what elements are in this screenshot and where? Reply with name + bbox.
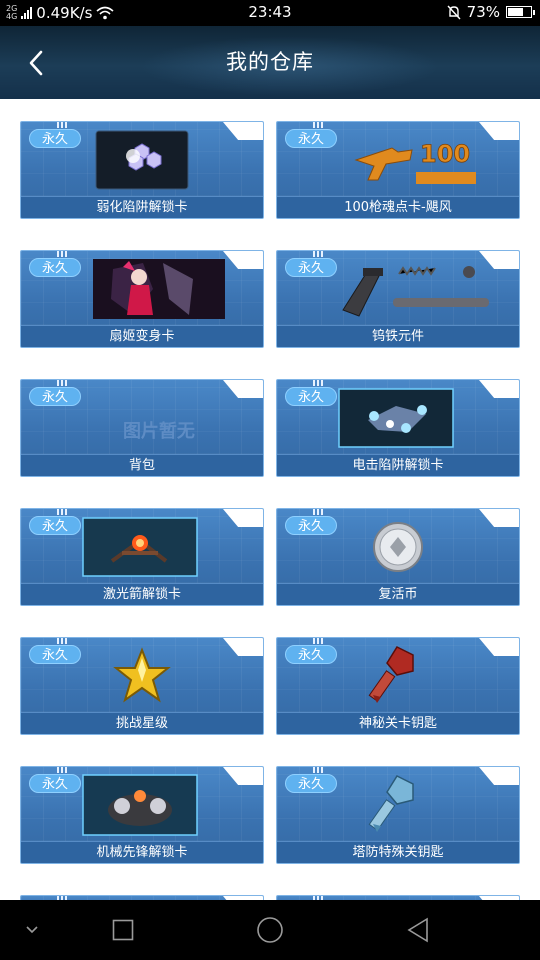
- permanent-badge: 永久: [29, 774, 82, 793]
- no-image: 图片暂无: [123, 400, 195, 460]
- laser-arrow-image: [81, 517, 198, 577]
- no-image-text: 图片暂无: [122, 421, 195, 442]
- inventory-item[interactable]: 永久 图片暂无 背包: [20, 379, 264, 477]
- page-title: 我的仓库: [226, 50, 314, 74]
- item-label: 塔防特殊关钥匙: [277, 841, 519, 863]
- item-label: 背包: [21, 454, 263, 476]
- gun-points-image: 100: [352, 130, 482, 190]
- permanent-badge: 永久: [29, 129, 82, 148]
- mech-image: [81, 774, 198, 836]
- electric-trap-image: [337, 388, 454, 448]
- inventory-item[interactable]: 永久 扇姬变身卡: [20, 250, 264, 348]
- item-label: 激光箭解锁卡: [21, 583, 263, 605]
- red-key-image: [363, 646, 423, 706]
- item-label: 钨铁元件: [277, 325, 519, 347]
- item-label: 神秘关卡钥匙: [277, 712, 519, 734]
- permanent-badge: 永久: [29, 516, 82, 535]
- item-label: 挑战星级: [21, 712, 263, 734]
- permanent-badge: 永久: [29, 258, 82, 277]
- gun-parts-image: [333, 259, 493, 319]
- mute-bell-icon: [447, 5, 461, 19]
- status-bar: 2G 4G 0.49K/s 23:43 73%: [0, 0, 540, 26]
- inventory-item[interactable]: 永久 复活币: [276, 508, 520, 606]
- permanent-badge: 永久: [285, 645, 338, 664]
- back-triangle-icon[interactable]: [398, 914, 438, 946]
- permanent-badge: 永久: [29, 387, 82, 406]
- inventory-item[interactable]: 永久 神秘关卡钥匙: [276, 637, 520, 735]
- character-image: [92, 259, 225, 319]
- inventory-item[interactable]: 永久 弱化陷阱解锁卡: [20, 121, 264, 219]
- inventory-item[interactable]: 永久 挑战星级: [20, 637, 264, 735]
- inventory-item[interactable]: 永久 机械先锋解锁卡: [20, 766, 264, 864]
- home-icon[interactable]: [250, 914, 290, 946]
- item-label: 扇姬变身卡: [21, 325, 263, 347]
- inventory-item[interactable]: 永久 钨铁元件: [276, 250, 520, 348]
- battery-icon: [506, 6, 535, 18]
- item-label: 机械先锋解锁卡: [21, 841, 263, 863]
- star-image: [112, 646, 172, 706]
- system-nav-bar: [0, 900, 540, 960]
- inventory-item[interactable]: 永久 电击陷阱解锁卡: [276, 379, 520, 477]
- permanent-badge: 永久: [285, 129, 338, 148]
- permanent-badge: 永久: [285, 516, 338, 535]
- permanent-badge: 永久: [285, 387, 338, 406]
- permanent-badge: 永久: [29, 645, 82, 664]
- inventory-grid: 永久 弱化陷阱解锁卡 永久 100 100枪魂点卡-飓风 永久 扇姬变身卡 永久…: [0, 99, 540, 900]
- item-label: 电击陷阱解锁卡: [277, 454, 519, 476]
- inventory-item[interactable]: 永久 激光箭解锁卡: [20, 508, 264, 606]
- permanent-badge: 永久: [285, 774, 338, 793]
- permanent-badge: 永久: [285, 258, 338, 277]
- battery-percent: 73%: [466, 3, 500, 21]
- item-label: 复活币: [277, 583, 519, 605]
- item-label: 弱化陷阱解锁卡: [21, 196, 263, 218]
- inventory-item[interactable]: 永久 塔防特殊关钥匙: [276, 766, 520, 864]
- coin-image: [368, 517, 428, 577]
- svg-text:100: 100: [420, 140, 470, 168]
- chevron-down-icon[interactable]: [12, 914, 52, 946]
- blue-key-image: [363, 775, 423, 835]
- inventory-item[interactable]: 永久 100 100枪魂点卡-飓风: [276, 121, 520, 219]
- item-label: 100枪魂点卡-飓风: [277, 196, 519, 218]
- recent-apps-icon[interactable]: [103, 914, 143, 946]
- app-header: 我的仓库: [0, 26, 540, 99]
- trap-card-image: [95, 130, 189, 190]
